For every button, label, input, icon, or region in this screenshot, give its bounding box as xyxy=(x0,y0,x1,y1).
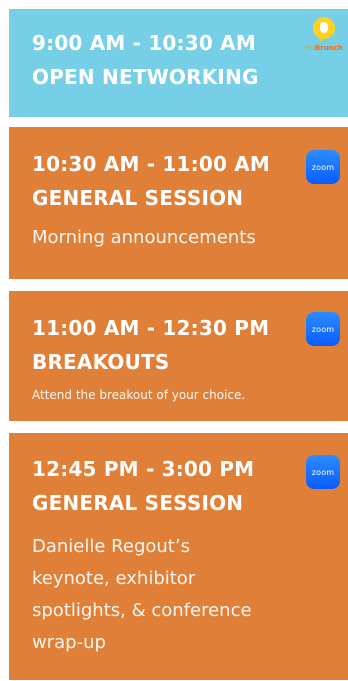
schedule-item-open-networking: 9:00 AM - 10:30 AM OPEN NETWORKING GoBru… xyxy=(9,9,348,117)
session-title: GENERAL SESSION xyxy=(32,491,244,515)
session-description: Danielle Regout’s keynote, exhibitor spo… xyxy=(32,531,334,659)
schedule-item-general-session-morning: 10:30 AM - 11:00 AM GENERAL SESSION Morn… xyxy=(9,127,348,279)
gobrunch-logo[interactable]: GoBrunch xyxy=(304,17,344,65)
schedule-item-breakouts: 11:00 AM - 12:30 PM BREAKOUTS Attend the… xyxy=(9,291,348,421)
schedule-item-general-session-afternoon: 12:45 PM - 3:00 PM GENERAL SESSION Danie… xyxy=(9,433,348,680)
zoom-icon[interactable]: zoom xyxy=(306,312,340,346)
session-time: 10:30 AM - 11:00 AM xyxy=(32,152,271,176)
session-description-line: spotlights, & conference xyxy=(32,600,252,621)
session-title: GENERAL SESSION xyxy=(32,186,244,210)
zoom-icon-label: zoom xyxy=(311,467,335,477)
session-description-line: Danielle Regout’s xyxy=(32,536,190,557)
session-description-line: wrap-up xyxy=(32,632,106,653)
zoom-icon[interactable]: zoom xyxy=(306,150,340,184)
session-description-line: keynote, exhibitor xyxy=(32,568,196,589)
session-time: 11:00 AM - 12:30 PM xyxy=(32,316,270,340)
session-title: OPEN NETWORKING xyxy=(32,65,259,89)
zoom-icon[interactable]: zoom xyxy=(306,455,340,489)
gobrunch-word-brunch: Brunch xyxy=(314,44,343,52)
session-description: Attend the breakout of your choice. xyxy=(32,388,246,402)
session-title: BREAKOUTS xyxy=(32,350,170,374)
zoom-icon-label: zoom xyxy=(311,162,335,172)
gobrunch-wordmark: GoBrunch xyxy=(304,44,344,52)
session-time: 12:45 PM - 3:00 PM xyxy=(32,457,255,481)
zoom-icon-label: zoom xyxy=(311,324,335,334)
session-time: 9:00 AM - 10:30 AM xyxy=(32,31,256,55)
gobrunch-bubble-tail xyxy=(317,35,327,42)
session-description: Morning announcements xyxy=(32,227,256,248)
gobrunch-word-go: Go xyxy=(305,44,315,52)
